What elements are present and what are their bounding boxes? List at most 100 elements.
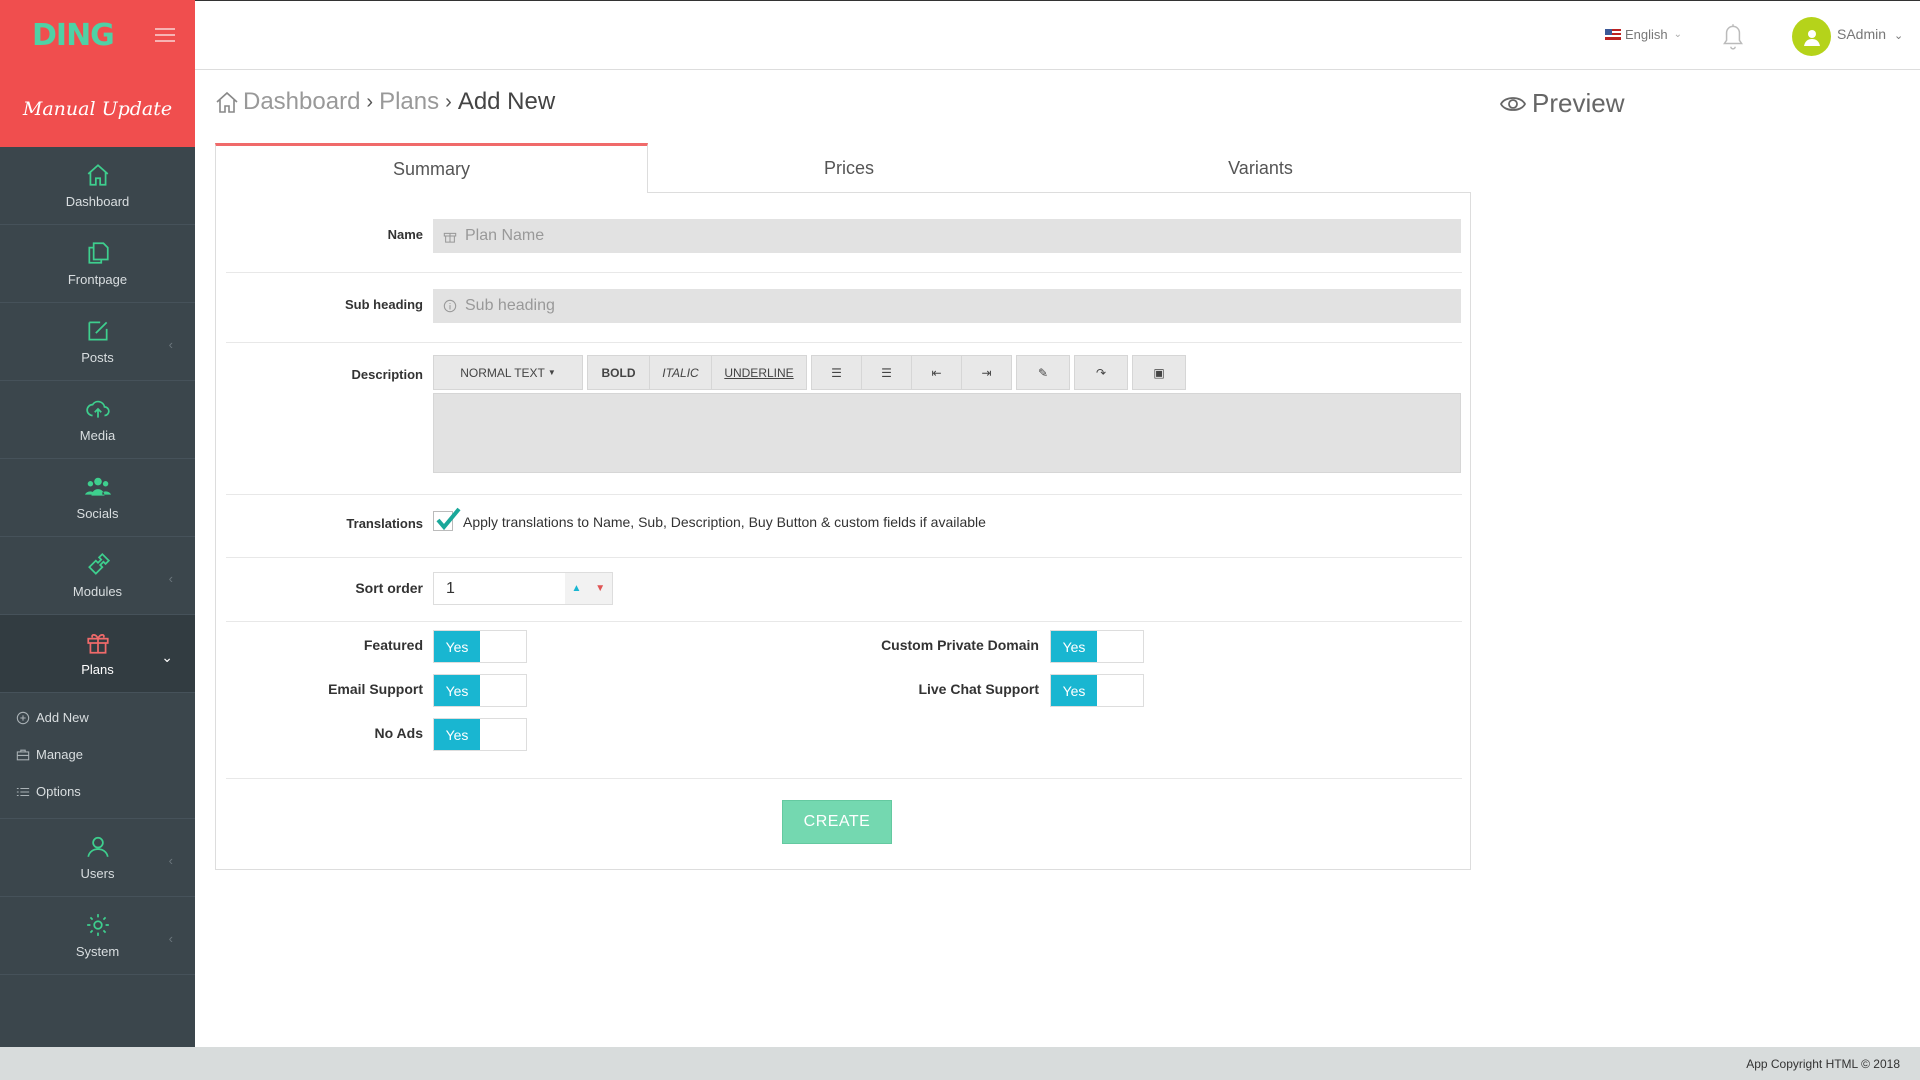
avatar[interactable] — [1792, 17, 1831, 56]
briefcase-icon — [16, 749, 30, 760]
language-selector[interactable]: English ⌄ — [1605, 27, 1682, 42]
menu-toggle-icon[interactable] — [155, 28, 175, 42]
chevron-left-icon: ‹ — [168, 931, 173, 946]
user-icon — [1803, 29, 1820, 46]
bold-button[interactable]: BOLD — [587, 355, 650, 390]
breadcrumb-plans[interactable]: Plans — [379, 88, 439, 116]
translations-checkbox[interactable] — [433, 507, 461, 531]
list-ol-icon: ☰ — [881, 365, 892, 380]
chevron-down-icon: ⌄ — [161, 649, 173, 665]
tab-variants[interactable]: Variants — [1050, 143, 1471, 193]
sort-order-value[interactable]: 1 — [434, 573, 565, 604]
bell-icon[interactable] — [1720, 21, 1746, 51]
sidebar-item-label: Media — [79, 428, 116, 443]
us-flag-icon — [1605, 29, 1621, 40]
name-input[interactable]: Plan Name — [433, 219, 1461, 253]
text-style-dropdown[interactable]: NORMAL TEXT ▼ — [433, 355, 583, 390]
create-button[interactable]: CREATE — [782, 800, 892, 844]
name-placeholder: Plan Name — [465, 227, 545, 244]
breadcrumb-dashboard[interactable]: Dashboard — [243, 88, 360, 116]
decrement-icon[interactable]: ▼ — [588, 573, 613, 604]
submenu-options[interactable]: Options — [0, 773, 195, 810]
translations-description: Apply translations to Name, Sub, Descrip… — [463, 514, 986, 530]
user-icon — [86, 836, 109, 857]
redo-button[interactable]: ↷ — [1074, 355, 1128, 390]
custom-domain-toggle[interactable]: Yes — [1050, 630, 1144, 663]
submenu-add-new[interactable]: Add New — [0, 699, 195, 736]
sidebar-item-modules[interactable]: Modules ‹ — [0, 537, 195, 615]
ordered-list-button[interactable]: ☰ — [861, 355, 912, 390]
home-icon[interactable] — [215, 91, 239, 113]
gift-icon — [86, 634, 109, 654]
breadcrumb: Dashboard › Plans › Add New — [215, 88, 555, 116]
submenu-label: Add New — [36, 710, 89, 725]
breadcrumb-current: Add New — [457, 88, 556, 115]
sidebar-item-socials[interactable]: Socials — [0, 459, 195, 537]
toggle-yes: Yes — [434, 719, 480, 750]
custom-domain-label: Custom Private Domain — [881, 637, 1039, 653]
language-label: English — [1625, 27, 1668, 42]
toggle-yes: Yes — [434, 675, 480, 706]
live-chat-toggle[interactable]: Yes — [1050, 674, 1144, 707]
sidebar-item-system[interactable]: System ‹ — [0, 897, 195, 975]
sidebar-item-label: Socials — [76, 506, 119, 521]
users-group-icon — [84, 477, 111, 496]
tab-prices[interactable]: Prices — [648, 143, 1050, 193]
logo-bar: DING — [0, 0, 195, 70]
sidebar-item-label: System — [75, 944, 120, 959]
site-banner: Manual Update — [0, 70, 195, 147]
chevron-down-icon: ⌄ — [1673, 29, 1683, 40]
increment-icon[interactable]: ▲ — [564, 573, 589, 604]
list-icon — [16, 787, 30, 796]
sidebar-item-dashboard[interactable]: Dashboard — [0, 147, 195, 225]
sidebar-item-media[interactable]: Media — [0, 381, 195, 459]
indent-button[interactable]: ⇥ — [961, 355, 1012, 390]
sidebar: Dashboard Frontpage Posts ‹ Media Social… — [0, 147, 195, 1047]
copy-icon — [87, 242, 109, 264]
preview-button[interactable]: Preview — [1500, 88, 1624, 119]
sidebar-item-frontpage[interactable]: Frontpage — [0, 225, 195, 303]
sidebar-item-plans[interactable]: Plans ⌄ — [0, 615, 195, 693]
gift-icon — [443, 232, 457, 243]
no-ads-toggle[interactable]: Yes — [433, 718, 527, 751]
outdent-icon: ⇤ — [931, 365, 942, 380]
submenu-manage[interactable]: Manage — [0, 736, 195, 773]
image-icon: ▣ — [1153, 365, 1165, 380]
italic-button[interactable]: ITALIC — [649, 355, 712, 390]
user-menu[interactable]: SAdmin ⌄ — [1837, 26, 1903, 42]
plans-submenu: Add New Manage Options — [0, 693, 195, 819]
chevron-left-icon: ‹ — [168, 571, 173, 586]
translations-row: Translations Apply translations to Name,… — [226, 495, 1462, 558]
pencil-button[interactable]: ✎ — [1016, 355, 1070, 390]
editor-toolbar: NORMAL TEXT ▼ BOLD ITALIC UNDERLINE ☰ ☰ ⇤… — [433, 355, 1186, 390]
sidebar-item-label: Users — [80, 866, 115, 881]
name-label: Name — [387, 227, 423, 242]
logo: DING — [32, 17, 115, 53]
subheading-input[interactable]: Sub heading — [433, 289, 1461, 323]
underline-button[interactable]: UNDERLINE — [711, 355, 807, 390]
sidebar-item-users[interactable]: Users ‹ — [0, 819, 195, 897]
checkmark-icon — [436, 507, 461, 531]
description-editor[interactable] — [433, 393, 1461, 473]
sidebar-item-posts[interactable]: Posts ‹ — [0, 303, 195, 381]
share-icon: ↷ — [1095, 365, 1107, 380]
toggle-yes: Yes — [1051, 675, 1097, 706]
chevron-left-icon: ‹ — [168, 853, 173, 868]
tab-bar: Summary Prices Variants — [215, 143, 1471, 193]
unordered-list-button[interactable]: ☰ — [811, 355, 862, 390]
toggle-yes: Yes — [434, 631, 480, 662]
edit-icon — [87, 321, 108, 341]
submenu-label: Options — [36, 784, 81, 799]
subheading-label: Sub heading — [345, 297, 423, 312]
tab-summary[interactable]: Summary — [215, 143, 648, 193]
image-button[interactable]: ▣ — [1132, 355, 1186, 390]
sort-order-stepper[interactable]: 1 ▲ ▼ — [433, 572, 613, 605]
live-chat-label: Live Chat Support — [918, 681, 1039, 697]
footer: App Copyright HTML © 2018 — [0, 1047, 1920, 1080]
email-support-toggle[interactable]: Yes — [433, 674, 527, 707]
cloud-upload-icon — [85, 400, 110, 418]
outdent-button[interactable]: ⇤ — [911, 355, 962, 390]
form-panel: Name Plan Name Sub heading Sub heading D… — [215, 192, 1471, 870]
featured-toggle[interactable]: Yes — [433, 630, 527, 663]
subheading-placeholder: Sub heading — [465, 297, 555, 314]
